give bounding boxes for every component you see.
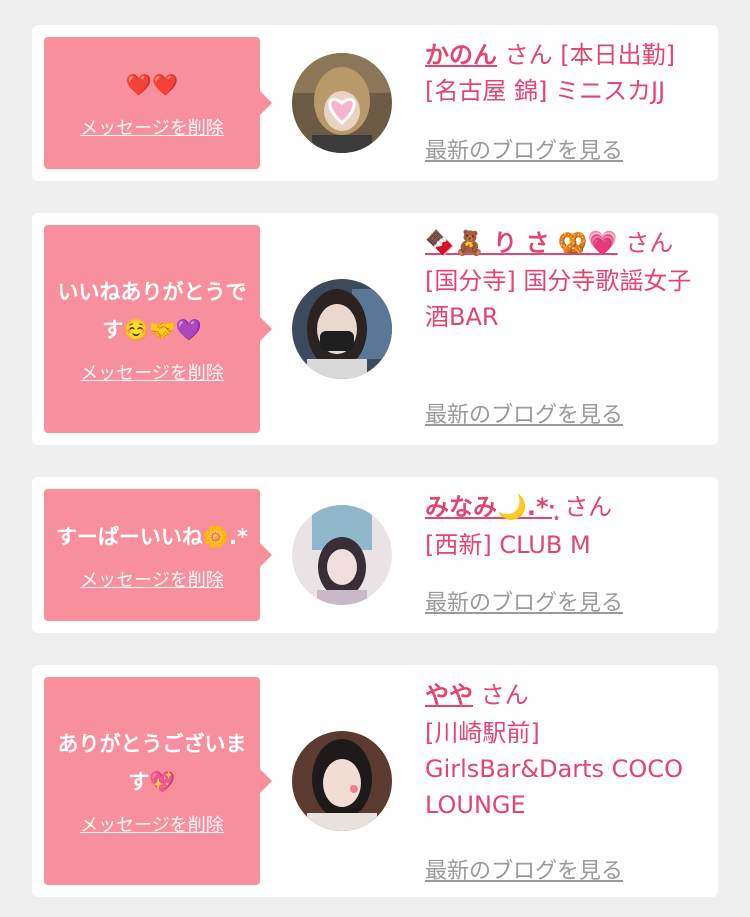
delete-message-link[interactable]: メッセージを削除 [80,811,224,837]
avatar[interactable] [292,279,392,379]
cast-name-link[interactable]: かのん [425,41,497,69]
message-bubble: ありがとうございます💖 メッセージを削除 [44,677,272,885]
cast-info: やや さん [川崎駅前] GirlsBar&Darts COCO LOUNGE … [425,677,705,884]
cast-info: みなみ🌙.*·̩͙ さん [西新] CLUB M 最新のブログを見る [425,489,705,616]
name-line: やや さん [425,677,705,713]
cast-info: 🍫🧸 り さ 🥨💗 さん [国分寺] 国分寺歌謡女子酒BAR 最新のブログを見る [425,225,705,428]
name-line: みなみ🌙.*·̩͙ さん [425,489,705,525]
message-card: いいねありがとうです☺️🤝💜 メッセージを削除 🍫🧸 り さ 🥨💗 さん [国分… [32,213,718,445]
message-bubble: すーぱーいいね🌼.* メッセージを削除 [44,489,272,621]
delete-message-link[interactable]: メッセージを削除 [80,114,224,140]
cast-name-link[interactable]: 🍫🧸 り さ 🥨💗 [425,229,618,257]
message-card: ❤️❤️ メッセージを削除 かのん さん [本日出勤][名古屋 錦] ミニスカJ… [32,25,718,181]
message-card: すーぱーいいね🌼.* メッセージを削除 みなみ🌙.*·̩͙ さん [西新] CL… [32,477,718,633]
message-card: ありがとうございます💖 メッセージを削除 やや さん [川崎駅前] GirlsB… [32,665,718,897]
shop-name: [国分寺] 国分寺歌謡女子酒BAR [425,267,692,331]
delete-message-link[interactable]: メッセージを削除 [80,359,224,385]
cast-name-link[interactable]: やや [425,681,473,709]
message-text: ありがとうございます💖 [57,732,247,794]
latest-blog-link[interactable]: 最新のブログを見る [425,397,623,429]
message-bubble: いいねありがとうです☺️🤝💜 メッセージを削除 [44,225,272,433]
name-line: 🍫🧸 り さ 🥨💗 さん [425,225,705,261]
message-text: すーぱーいいね🌼.* [55,525,249,549]
name-line: かのん さん [本日出勤][名古屋 錦] ミニスカJJ [425,37,705,109]
shop-name: [西新] CLUB M [425,531,591,559]
latest-blog-link[interactable]: 最新のブログを見る [425,853,623,885]
message-bubble: ❤️❤️ メッセージを削除 [44,37,272,169]
honorific: さん [480,681,529,709]
avatar[interactable] [292,731,392,831]
delete-message-link[interactable]: メッセージを削除 [80,566,224,592]
avatar[interactable] [292,505,392,605]
avatar[interactable] [292,53,392,153]
cast-info: かのん さん [本日出勤][名古屋 錦] ミニスカJJ 最新のブログを見る [425,37,705,164]
latest-blog-link[interactable]: 最新のブログを見る [425,133,623,165]
honorific: さん [504,41,553,69]
message-text: ❤️❤️ [125,73,179,97]
honorific: さん [564,493,613,521]
latest-blog-link[interactable]: 最新のブログを見る [425,585,623,617]
honorific: さん [625,229,674,257]
cast-name-link[interactable]: みなみ🌙.*·̩͙ [425,493,557,521]
shop-name: [川崎駅前] GirlsBar&Darts COCO LOUNGE [425,719,683,819]
message-text: いいねありがとうです☺️🤝💜 [57,280,247,342]
